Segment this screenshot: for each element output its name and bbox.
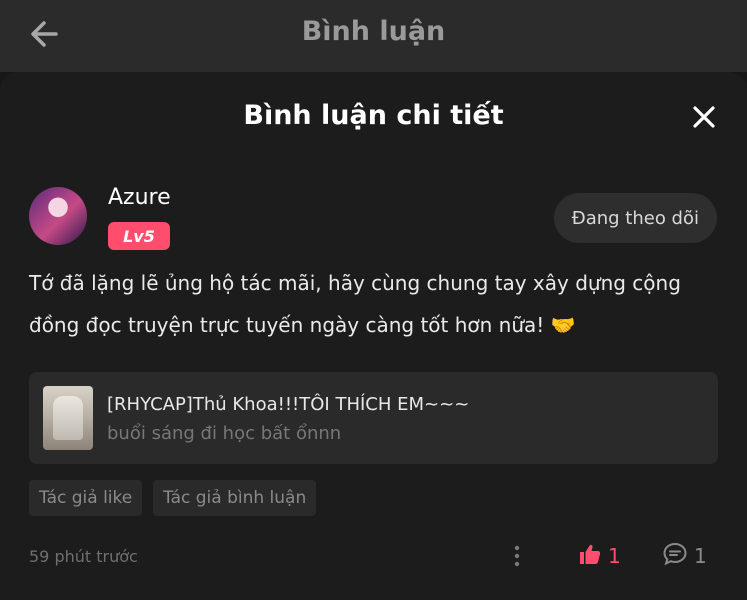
username[interactable]: Azure bbox=[108, 185, 171, 210]
tag-author-reply: Tác giả bình luận bbox=[153, 480, 317, 516]
referenced-chapter-card[interactable]: [RHYCAP]Thủ Khoa!!!TÔI THÍCH EM~~~ buổi … bbox=[29, 372, 718, 464]
reply-button[interactable]: 1 bbox=[662, 542, 707, 570]
chapter-title: [RHYCAP]Thủ Khoa!!!TÔI THÍCH EM~~~ bbox=[107, 394, 470, 415]
follow-button[interactable]: Đang theo dõi bbox=[553, 193, 717, 243]
comment-detail-sheet: Bình luận chi tiết Azure Lv5 Đang theo d… bbox=[0, 72, 747, 600]
thumbs-up-icon bbox=[578, 542, 602, 571]
chapter-thumbnail bbox=[43, 386, 93, 450]
more-vertical-icon[interactable] bbox=[507, 543, 527, 569]
tag-author-like: Tác giả like bbox=[29, 480, 143, 516]
timestamp: 59 phút trước bbox=[29, 547, 138, 566]
page-title: Bình luận bbox=[301, 16, 446, 47]
top-bar: Bình luận bbox=[0, 0, 747, 72]
handshake-emoji: 🤝 bbox=[550, 313, 576, 337]
reply-count: 1 bbox=[694, 544, 707, 568]
comment-text: Tớ đã lặng lẽ ủng hộ tác mãi, hãy cùng c… bbox=[29, 262, 719, 346]
close-icon[interactable] bbox=[689, 102, 719, 132]
chapter-subtitle: buổi sáng đi học bất ổnnn bbox=[107, 423, 342, 444]
sheet-title: Bình luận chi tiết bbox=[243, 100, 504, 131]
like-count: 1 bbox=[608, 544, 621, 568]
like-button[interactable]: 1 bbox=[578, 542, 621, 570]
level-badge: Lv5 bbox=[108, 222, 170, 250]
comment-bubble-icon bbox=[662, 541, 688, 572]
comment-body: Tớ đã lặng lẽ ủng hộ tác mãi, hãy cùng c… bbox=[29, 271, 681, 337]
avatar[interactable] bbox=[29, 187, 87, 245]
